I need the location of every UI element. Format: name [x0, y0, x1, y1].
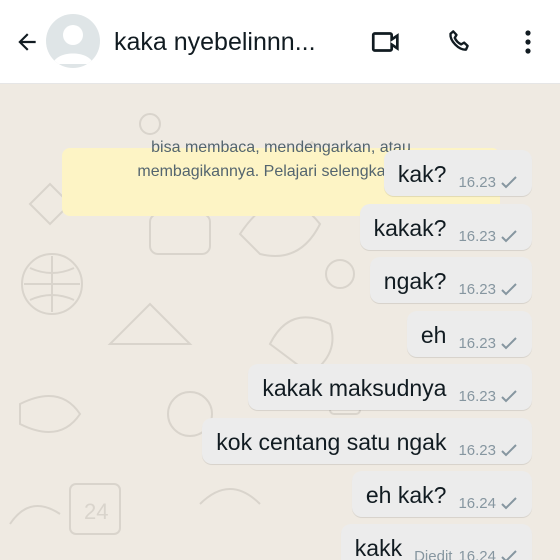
chat-area[interactable]: 24 bisa membaca, mendengarkan, atau memb… [0, 84, 560, 560]
message-text: kok centang satu ngak [216, 429, 447, 455]
message-meta: 16.23 [458, 418, 518, 459]
message-meta: 16.23 [458, 150, 518, 191]
message-text: eh [420, 322, 447, 348]
video-call-icon[interactable] [368, 24, 404, 60]
message-bubble[interactable]: kakak? 16.23 [359, 204, 532, 250]
contact-name[interactable]: kaka nyebelinnn... [114, 28, 316, 57]
message-time: 16.24 [458, 548, 496, 560]
message-meta: 16.23 [458, 204, 518, 245]
message-bubble[interactable]: eh kak? 16.24 [351, 471, 532, 517]
phone-icon[interactable] [442, 24, 478, 60]
message-time: 16.23 [458, 335, 496, 352]
message-text: kakak maksudnya [262, 375, 447, 401]
message-text: kakk [354, 535, 403, 560]
message-bubble[interactable]: kakk Diedit 16.24 [340, 524, 532, 560]
message-meta: 16.23 [458, 257, 518, 298]
message-time: 16.23 [458, 281, 496, 298]
message-time: 16.23 [458, 388, 496, 405]
single-check-icon [501, 229, 517, 242]
message-meta: 16.23 [458, 364, 518, 405]
more-options-icon[interactable] [510, 24, 546, 60]
single-check-icon [501, 496, 517, 509]
message-text: ngak? [383, 268, 447, 294]
message-edited-label: Diedit [414, 548, 453, 560]
message-bubble[interactable]: kok centang satu ngak 16.23 [202, 418, 532, 464]
message-meta: Diedit 16.24 [414, 524, 518, 560]
single-check-icon [501, 443, 517, 456]
single-check-icon [501, 282, 517, 295]
single-check-icon [501, 175, 517, 188]
message-text: kak? [397, 161, 447, 187]
message-time: 16.23 [458, 442, 496, 459]
svg-text:24: 24 [84, 499, 108, 524]
single-check-icon [501, 549, 517, 560]
message-bubble[interactable]: ngak? 16.23 [369, 257, 532, 303]
message-bubble[interactable]: kakak maksudnya 16.23 [248, 364, 532, 410]
message-bubble[interactable]: eh 16.23 [406, 311, 532, 357]
message-time: 16.23 [458, 174, 496, 191]
single-check-icon [501, 336, 517, 349]
avatar[interactable] [46, 14, 100, 68]
message-meta: 16.24 [458, 471, 518, 512]
message-text: kakak? [373, 215, 447, 241]
message-text: eh kak? [365, 482, 447, 508]
single-check-icon [501, 389, 517, 402]
chat-header: kaka nyebelinnn... [0, 0, 560, 84]
message-time: 16.24 [458, 495, 496, 512]
message-meta: 16.23 [458, 311, 518, 352]
message-bubble[interactable]: kak? 16.23 [383, 150, 532, 196]
back-arrow-icon[interactable] [12, 27, 42, 57]
message-time: 16.23 [458, 228, 496, 245]
